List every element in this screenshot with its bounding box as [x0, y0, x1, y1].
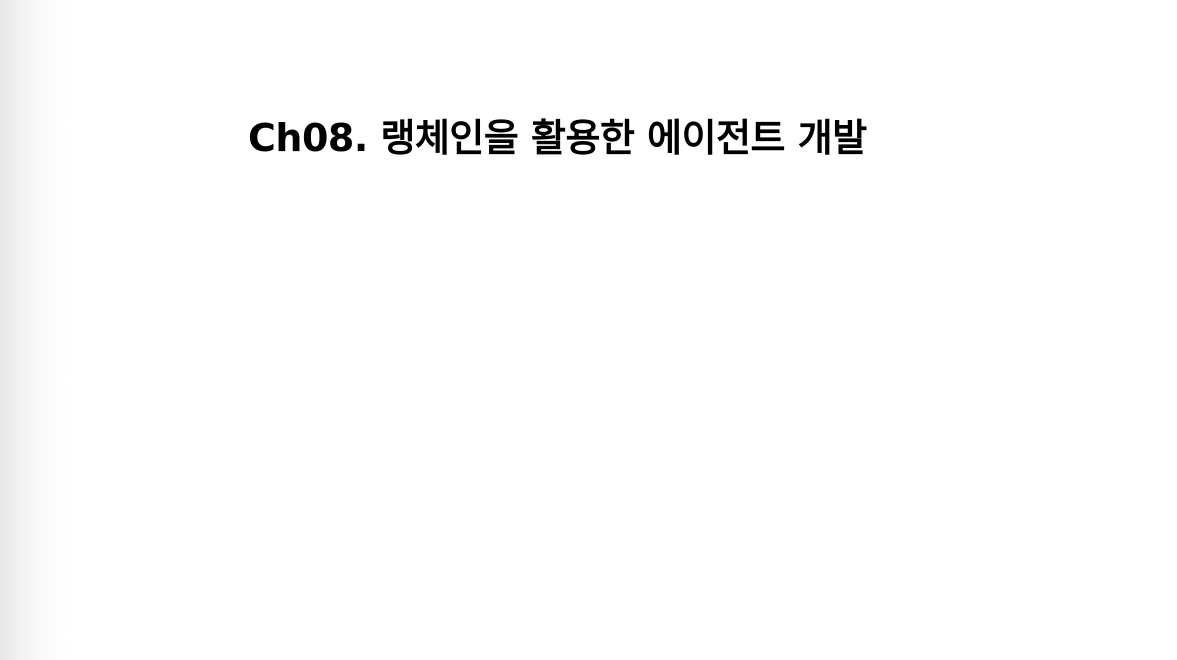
slide-page: Ch08. 랭체인을 활용한 에이전트 개발	[0, 0, 1177, 660]
chapter-title: Ch08. 랭체인을 활용한 에이전트 개발	[248, 116, 867, 160]
page-edge-shadow	[0, 0, 70, 660]
